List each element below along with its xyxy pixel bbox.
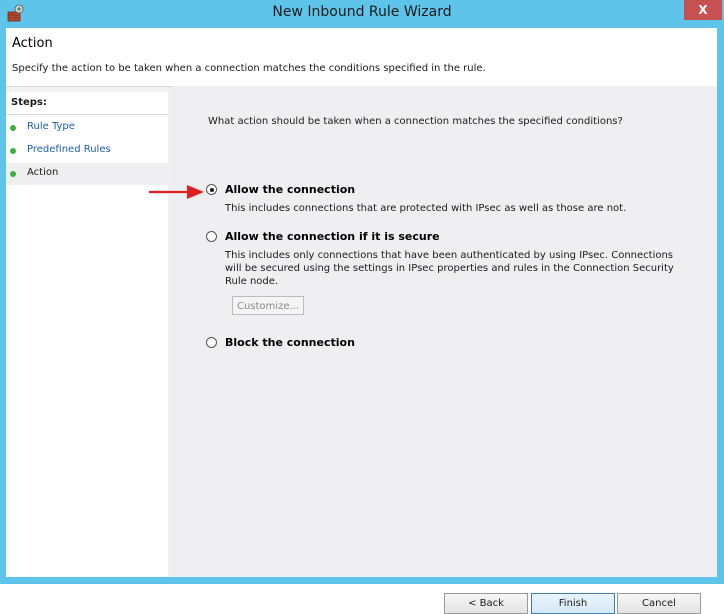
allow-if-secure-description-line-1: This includes only connections that have… bbox=[225, 250, 674, 261]
content-panel: What action should be taken when a conne… bbox=[149, 86, 717, 614]
step-label: Rule Type bbox=[27, 121, 75, 132]
action-question: What action should be taken when a conne… bbox=[208, 116, 623, 127]
allow-if-secure-description-line-3: Rule node. bbox=[225, 276, 279, 287]
title-bar[interactable]: New Inbound Rule Wizard X bbox=[0, 0, 724, 27]
allow-connection-radio[interactable] bbox=[206, 184, 217, 195]
finish-button[interactable]: Finish bbox=[531, 593, 615, 614]
customize-button[interactable]: Customize... bbox=[232, 296, 304, 315]
cancel-button[interactable]: Cancel bbox=[617, 593, 701, 614]
steps-panel: Steps: Rule Type Predefined Rules Action bbox=[6, 92, 168, 577]
steps-divider bbox=[6, 114, 168, 115]
allow-connection-description: This includes connections that are prote… bbox=[225, 203, 627, 214]
allow-if-secure-label[interactable]: Allow the connection if it is secure bbox=[225, 230, 440, 243]
red-annotation-arrow bbox=[149, 185, 204, 199]
window-title: New Inbound Rule Wizard bbox=[272, 4, 452, 20]
block-connection-radio[interactable] bbox=[206, 337, 217, 348]
step-rule-type[interactable]: Rule Type bbox=[6, 117, 168, 139]
page-description: Specify the action to be taken when a co… bbox=[12, 63, 486, 74]
allow-if-secure-radio[interactable] bbox=[206, 231, 217, 242]
step-status-icon bbox=[10, 125, 16, 131]
allow-connection-label[interactable]: Allow the connection bbox=[225, 183, 355, 196]
step-status-icon bbox=[10, 171, 16, 177]
close-button[interactable]: X bbox=[684, 0, 722, 20]
page-title: Action bbox=[12, 36, 53, 51]
step-status-icon bbox=[10, 148, 16, 154]
step-label: Action bbox=[27, 167, 59, 178]
steps-heading: Steps: bbox=[11, 97, 47, 108]
allow-if-secure-description-line-2: will be secured using the settings in IP… bbox=[225, 263, 674, 274]
step-label: Predefined Rules bbox=[27, 144, 111, 155]
wizard-window: New Inbound Rule Wizard X Action Specify… bbox=[0, 0, 724, 614]
page-header: Action Specify the action to be taken wh… bbox=[6, 28, 717, 87]
step-predefined-rules[interactable]: Predefined Rules bbox=[6, 140, 168, 162]
step-action[interactable]: Action bbox=[6, 163, 168, 185]
wizard-client-area: Action Specify the action to be taken wh… bbox=[6, 28, 717, 614]
block-connection-label[interactable]: Block the connection bbox=[225, 336, 355, 349]
back-button[interactable]: < Back bbox=[444, 593, 528, 614]
